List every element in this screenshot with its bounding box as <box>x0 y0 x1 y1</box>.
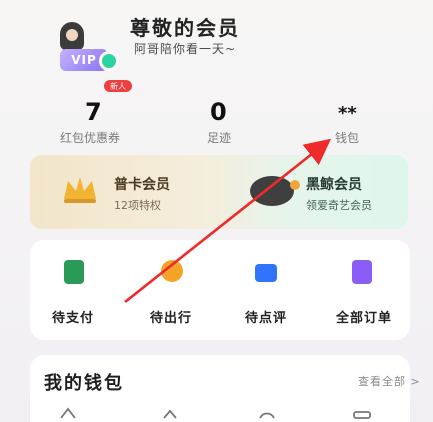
wallet-icon[interactable] <box>58 406 78 420</box>
membership-black-subtitle: 领爱奇艺会员 <box>306 199 372 212</box>
membership-black-title[interactable]: 黑鲸会员 <box>306 174 362 194</box>
clock-icon[interactable] <box>161 260 183 282</box>
avatar[interactable] <box>60 22 84 50</box>
stat-coupons-label[interactable]: 红包优惠券 <box>60 129 120 146</box>
page-title: 尊敬的会员 <box>130 16 240 40</box>
comment-icon[interactable] <box>255 264 277 282</box>
new-badge: 新人 <box>104 80 132 92</box>
stat-footprint-value[interactable]: 0 <box>210 98 227 126</box>
tab-to-pay[interactable]: 待支付 <box>52 307 94 326</box>
vip-badge-label: VIP <box>71 53 97 67</box>
orders-icon[interactable] <box>352 260 372 284</box>
stat-footprint-label[interactable]: 足迹 <box>207 129 231 146</box>
card-icon[interactable] <box>352 406 372 420</box>
stat-wallet-value[interactable]: ** <box>338 103 357 124</box>
stat-coupons-value[interactable]: 7 <box>85 98 102 126</box>
tab-all-orders[interactable]: 全部订单 <box>336 307 392 326</box>
membership-gold-subtitle: 12项特权 <box>114 199 161 212</box>
whale-icon <box>250 176 300 206</box>
membership-gold-title[interactable]: 普卡会员 <box>114 174 170 194</box>
crown-icon <box>64 177 96 203</box>
view-all-link[interactable]: 查看全部 > <box>358 373 421 389</box>
vip-status-dot <box>99 51 119 71</box>
coupon-icon[interactable] <box>257 406 277 420</box>
profile-subtitle: 阿哥陪你看一天~ <box>134 42 237 56</box>
wallet-title: 我的钱包 <box>44 373 124 394</box>
coin-icon[interactable] <box>160 406 180 420</box>
ticket-icon[interactable] <box>64 260 84 284</box>
tab-to-review[interactable]: 待点评 <box>245 307 287 326</box>
tab-to-travel[interactable]: 待出行 <box>150 307 192 326</box>
stat-wallet-label[interactable]: 钱包 <box>335 129 359 146</box>
